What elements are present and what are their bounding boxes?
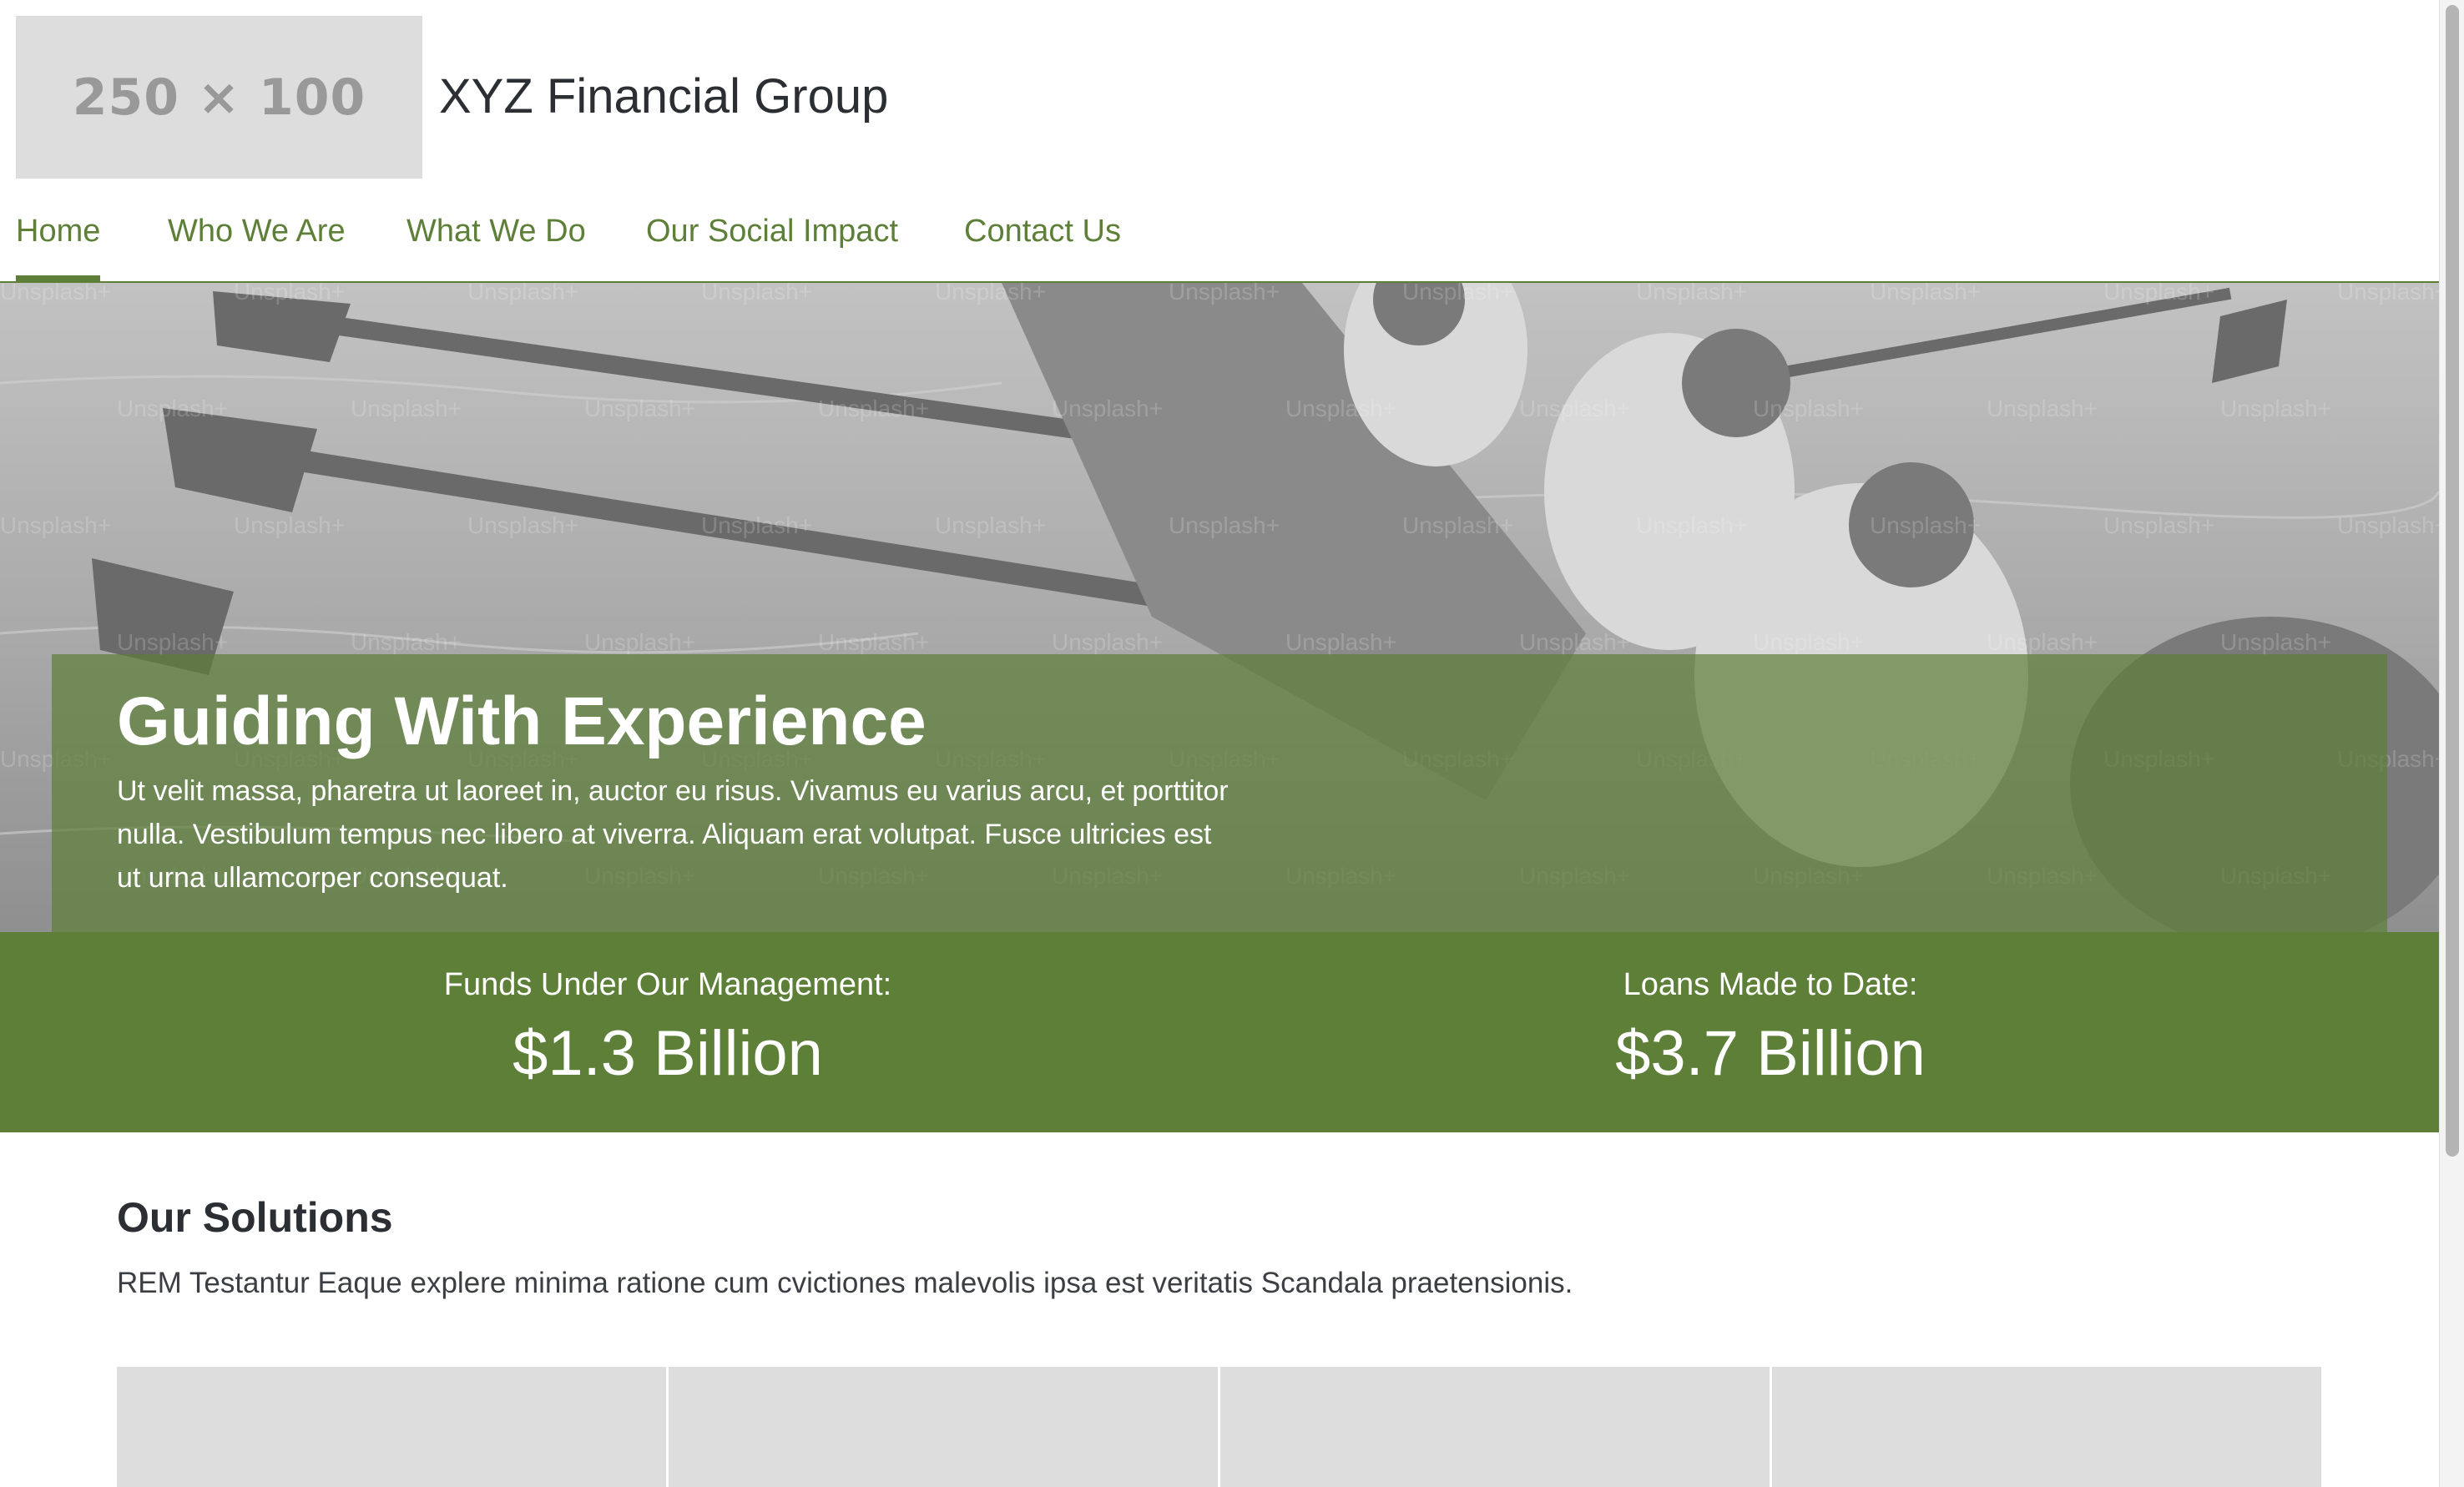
watermark-text: Unsplash+ [1636, 283, 1747, 305]
watermark-text: Unsplash+ [1285, 629, 1396, 655]
solutions-heading: Our Solutions [117, 1194, 393, 1241]
solution-card-3[interactable] [1220, 1367, 1770, 1487]
watermark-text: Unsplash+ [2220, 629, 2331, 655]
vertical-scrollbar[interactable] [2439, 0, 2464, 1487]
watermark-text: Unsplash+ [2337, 512, 2439, 538]
watermark-text: Unsplash+ [1753, 396, 1864, 421]
stat-loans-label: Loans Made to Date: [1623, 967, 1918, 1002]
watermark-text: Unsplash+ [935, 512, 1046, 538]
watermark-text: Unsplash+ [1987, 629, 2098, 655]
watermark-text: Unsplash+ [351, 396, 462, 421]
watermark-text: Unsplash+ [701, 283, 812, 305]
watermark-text: Unsplash+ [467, 512, 578, 538]
watermark-text: Unsplash+ [234, 512, 345, 538]
watermark-text: Unsplash+ [2103, 512, 2214, 538]
watermark-text: Unsplash+ [117, 396, 228, 421]
watermark-text: Unsplash+ [2220, 396, 2331, 421]
stat-funds-label: Funds Under Our Management: [443, 967, 892, 1002]
hero-title: Guiding With Experience [117, 683, 927, 759]
watermark-text: Unsplash+ [1169, 283, 1280, 305]
solution-card-2[interactable] [669, 1367, 1218, 1487]
watermark-text: Unsplash+ [0, 283, 111, 305]
solutions-description: REM Testantur Eaque explere minima ratio… [117, 1267, 1573, 1299]
nav-item-contact-us[interactable]: Contact Us [964, 214, 1121, 283]
watermark-text: Unsplash+ [584, 629, 695, 655]
solution-card-4[interactable] [1772, 1367, 2321, 1487]
page: 250 × 100 XYZ Financial Group Home Who W… [0, 0, 2464, 1487]
watermark-text: Unsplash+ [1169, 512, 1280, 538]
hero-banner: Unsplash+ Unsplash+ Unsplash+ Unsplash+ Unsp… [0, 283, 2439, 932]
watermark-text: Unsplash+ [1753, 629, 1864, 655]
watermark-text: Unsplash+ [117, 629, 228, 655]
stat-funds-value: $1.3 Billion [512, 1018, 823, 1089]
watermark-text: Unsplash+ [701, 512, 812, 538]
watermark-text: Unsplash+ [1052, 629, 1163, 655]
watermark-text: Unsplash+ [351, 629, 462, 655]
watermark-text: Unsplash+ [1402, 283, 1513, 305]
watermark-text: Unsplash+ [1285, 396, 1396, 421]
watermark-text: Unsplash+ [1402, 512, 1513, 538]
nav-item-our-social-impact[interactable]: Our Social Impact [646, 214, 898, 283]
watermark-text: Unsplash+ [1870, 512, 1981, 538]
watermark-text: Unsplash+ [0, 512, 111, 538]
watermark-text: Unsplash+ [2337, 283, 2439, 305]
watermark-text: Unsplash+ [2103, 283, 2214, 305]
nav-item-home[interactable]: Home [16, 214, 101, 283]
watermark-text: Unsplash+ [935, 283, 1046, 305]
watermark-text: Unsplash+ [1519, 629, 1630, 655]
watermark-text: Unsplash+ [1519, 396, 1630, 421]
scrollbar-thumb[interactable] [2446, 5, 2459, 1157]
solution-card-1[interactable] [117, 1367, 666, 1487]
watermark-text: Unsplash+ [818, 396, 929, 421]
watermark-text: Unsplash+ [1636, 512, 1747, 538]
solutions-cards [117, 1367, 2322, 1487]
watermark-text: Unsplash+ [1987, 396, 2098, 421]
site-title[interactable]: XYZ Financial Group [439, 68, 888, 124]
nav-item-who-we-are[interactable]: Who We Are [168, 214, 346, 283]
stat-loans-value: $3.7 Billion [1615, 1018, 1926, 1089]
nav-item-what-we-do[interactable]: What We Do [406, 214, 586, 283]
watermark-text: Unsplash+ [234, 283, 345, 305]
hero-caption-box: Guiding With Experience Ut velit massa, … [52, 654, 2387, 932]
watermark-text: Unsplash+ [584, 396, 695, 421]
logo-placeholder-text: 250 × 100 [72, 68, 366, 127]
stats-band: Funds Under Our Management: $1.3 Billion… [0, 932, 2439, 1132]
main-nav: Home Who We Are What We Do Our Social Im… [0, 204, 2439, 283]
watermark-text: Unsplash+ [467, 283, 578, 305]
watermark-text: Unsplash+ [1052, 396, 1163, 421]
watermark-text: Unsplash+ [818, 629, 929, 655]
hero-text: Ut velit massa, pharetra ut laoreet in, … [117, 775, 1229, 894]
logo-placeholder[interactable]: 250 × 100 [16, 16, 422, 179]
watermark-text: Unsplash+ [1870, 283, 1981, 305]
